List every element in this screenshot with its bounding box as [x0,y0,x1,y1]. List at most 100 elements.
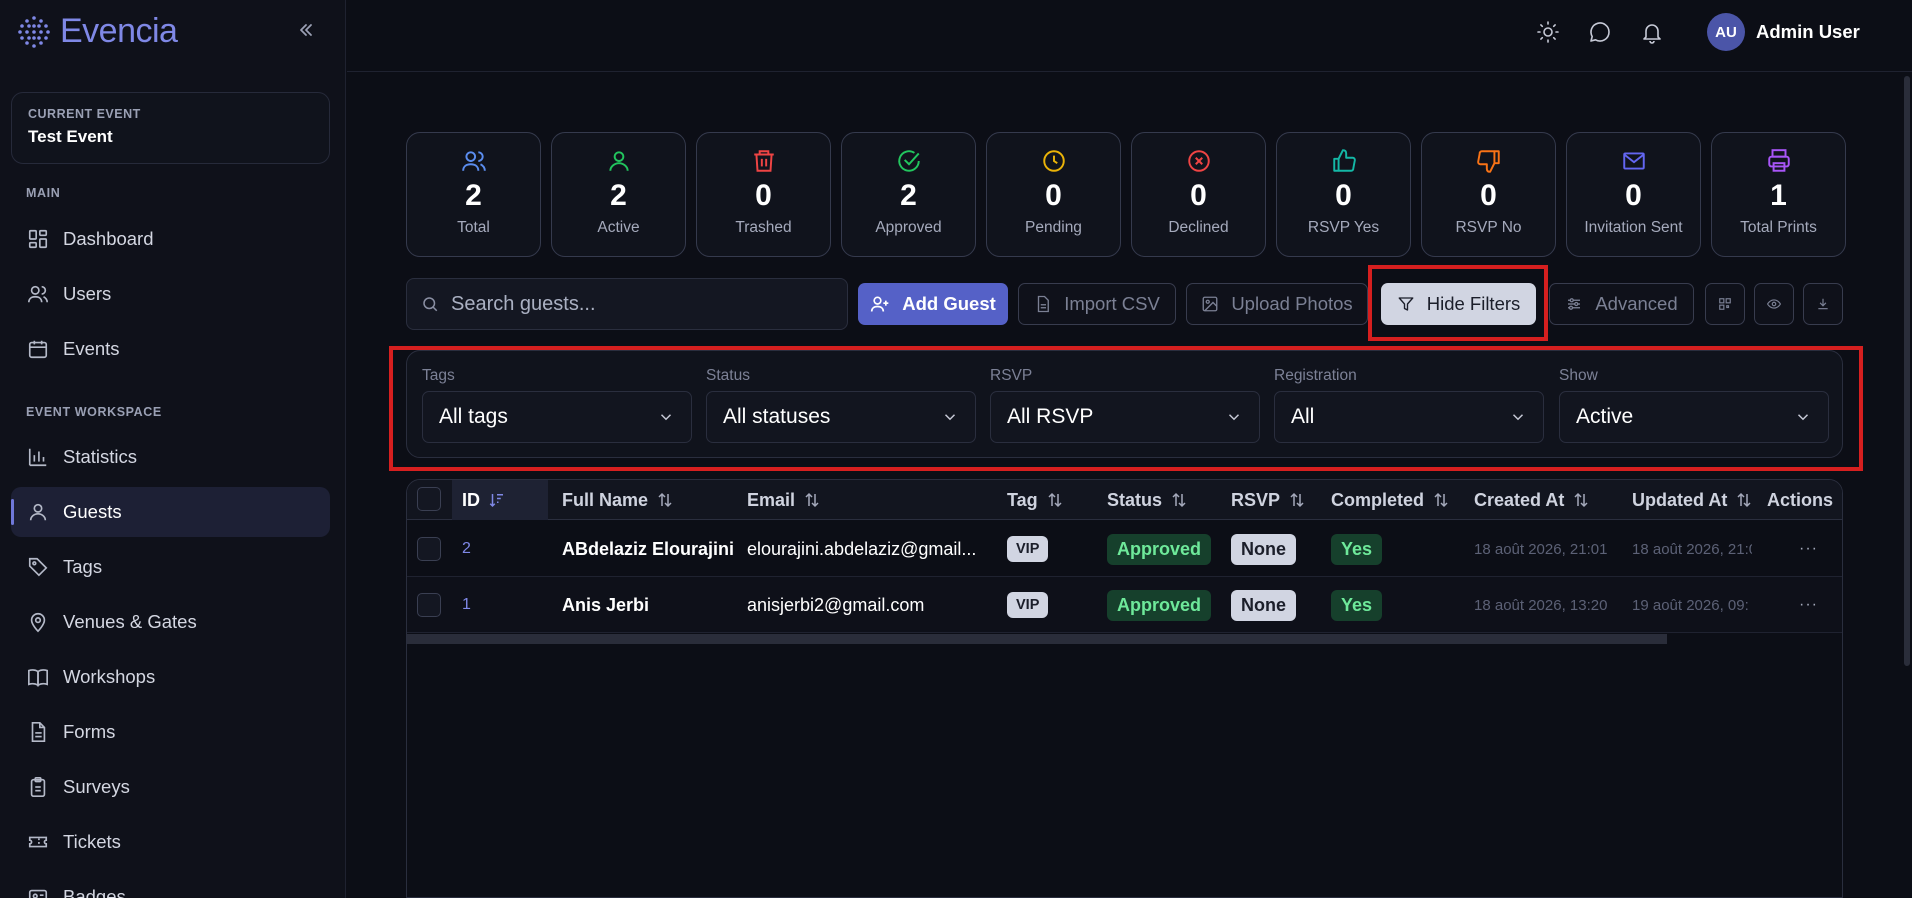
advanced-button[interactable]: Advanced [1549,283,1694,325]
rsvp-badge: None [1231,589,1296,621]
completed-badge: Yes [1331,589,1383,621]
brand-dots-icon [18,15,50,48]
workspace-section-label: EVENT WORKSPACE [26,405,162,419]
row-checkbox[interactable] [417,537,441,561]
row-full-name[interactable]: ABdelaziz Elourajini [562,521,742,577]
sort-icon [805,492,819,508]
sort-icon [1048,492,1062,508]
stat-label: RSVP Yes [1307,219,1380,236]
sidebar-item-label: Forms [63,721,116,742]
row-updated-at: 18 août 2026, 21:0 [1632,540,1752,558]
check-circle-icon [897,150,920,172]
sidebar-item-label: Users [63,283,112,304]
search-box[interactable] [406,278,848,330]
preview-button[interactable] [1754,283,1794,325]
select-all-checkbox[interactable] [417,487,441,511]
column-header-updated-at[interactable]: Updated At [1632,480,1753,520]
upload-photos-label: Upload Photos [1231,293,1353,314]
stat-card-trashed[interactable]: 0 Trashed [696,132,831,257]
sidebar-item-venues[interactable]: Venues & Gates [11,597,330,647]
stat-value: 2 [610,179,627,212]
add-guest-button[interactable]: Add Guest [858,283,1008,325]
main-section-label: MAIN [26,186,61,200]
row-full-name[interactable]: Anis Jerbi [562,577,742,633]
stat-value: 0 [1335,179,1352,212]
thumbs-up-icon [1332,149,1356,172]
column-header-rsvp[interactable]: RSVP [1231,480,1306,520]
notifications-button[interactable] [1640,20,1664,44]
book-icon [28,669,48,687]
collapse-sidebar-button[interactable] [296,20,316,40]
sidebar-item-dashboard[interactable]: Dashboard [11,214,330,264]
column-header-id[interactable]: ID [452,480,548,520]
row-id[interactable]: 1 [462,577,471,633]
stat-card-declined[interactable]: 0 Declined [1131,132,1266,257]
sidebar-item-events[interactable]: Events [11,324,330,374]
current-event-label: CURRENT EVENT [28,107,141,121]
column-header-completed[interactable]: Completed [1331,480,1450,520]
current-event-card[interactable]: CURRENT EVENT Test Event [11,92,330,164]
clipboard-icon [30,777,46,797]
import-csv-label: Import CSV [1064,293,1160,314]
sidebar-item-workshops[interactable]: Workshops [11,652,330,702]
row-id[interactable]: 2 [462,521,471,577]
stat-card-approved[interactable]: 2 Approved [841,132,976,257]
row-actions-button[interactable]: ··· [1799,521,1818,577]
messages-button[interactable] [1588,20,1612,44]
sidebar-item-surveys[interactable]: Surveys [11,762,330,812]
table-header: ID Full Name Email Tag Status RSVP Compl… [407,480,1842,520]
stat-value: 1 [1770,179,1787,212]
highlight-box-filter-panel [389,346,1863,471]
stat-card-active[interactable]: 2 Active [551,132,686,257]
stat-card-total[interactable]: 2 Total [406,132,541,257]
upload-photos-button[interactable]: Upload Photos [1186,283,1368,325]
sun-icon [1537,21,1559,43]
thumbs-down-icon [1476,150,1500,173]
table-horizontal-scrollbar[interactable] [407,634,1667,644]
column-header-full-name[interactable]: Full Name [562,480,674,520]
download-button[interactable] [1803,283,1843,325]
tag-icon [28,557,48,577]
users-icon [28,285,48,303]
qr-code-button[interactable] [1705,283,1745,325]
status-badge: Approved [1107,533,1212,565]
column-header-email[interactable]: Email [747,480,821,520]
stat-card-rsvp-no[interactable]: 0 RSVP No [1421,132,1556,257]
column-header-status[interactable]: Status [1107,480,1188,520]
column-header-label: Created At [1474,489,1565,510]
sort-icon [1574,492,1588,508]
sidebar-item-badges[interactable]: Badges [11,872,330,898]
sidebar-item-forms[interactable]: Forms [11,707,330,757]
table-row[interactable]: 1 Anis Jerbi anisjerbi2@gmail.com VIP Ap… [407,577,1842,633]
sidebar-item-guests[interactable]: Guests [11,487,330,537]
stat-label: Declined [1168,219,1229,236]
sidebar-item-tickets[interactable]: Tickets [11,817,330,867]
user-name[interactable]: Admin User [1756,21,1860,43]
stat-card-rsvp-yes[interactable]: 0 RSVP Yes [1276,132,1411,257]
theme-toggle-button[interactable] [1536,20,1560,44]
stat-card-pending[interactable]: 0 Pending [986,132,1121,257]
sidebar-item-statistics[interactable]: Statistics [11,432,330,482]
search-icon [423,297,438,312]
message-circle-icon [1590,22,1610,42]
row-checkbox[interactable] [417,593,441,617]
stat-card-invitation-sent[interactable]: 0 Invitation Sent [1566,132,1701,257]
table-row[interactable]: 2 ABdelaziz Elourajini elourajini.abdela… [407,521,1842,577]
advanced-label: Advanced [1595,293,1678,314]
stat-value: 2 [465,179,482,212]
column-header-actions: Actions [1767,480,1833,520]
import-csv-button[interactable]: Import CSV [1018,283,1176,325]
avatar[interactable]: AU [1707,13,1745,51]
current-event-name: Test Event [28,127,113,146]
column-header-tag[interactable]: Tag [1007,480,1064,520]
sidebar-item-tags[interactable]: Tags [11,542,330,592]
stat-label: Total [457,219,490,236]
page-scrollbar-thumb[interactable] [1904,76,1910,666]
sidebar-item-users[interactable]: Users [11,269,330,319]
stat-card-total-prints[interactable]: 1 Total Prints [1711,132,1846,257]
brand-logo[interactable]: Evencia [16,12,178,51]
search-input[interactable] [451,292,831,316]
column-header-created-at[interactable]: Created At [1474,480,1590,520]
row-actions-button[interactable]: ··· [1799,577,1818,633]
completed-badge: Yes [1331,533,1383,565]
